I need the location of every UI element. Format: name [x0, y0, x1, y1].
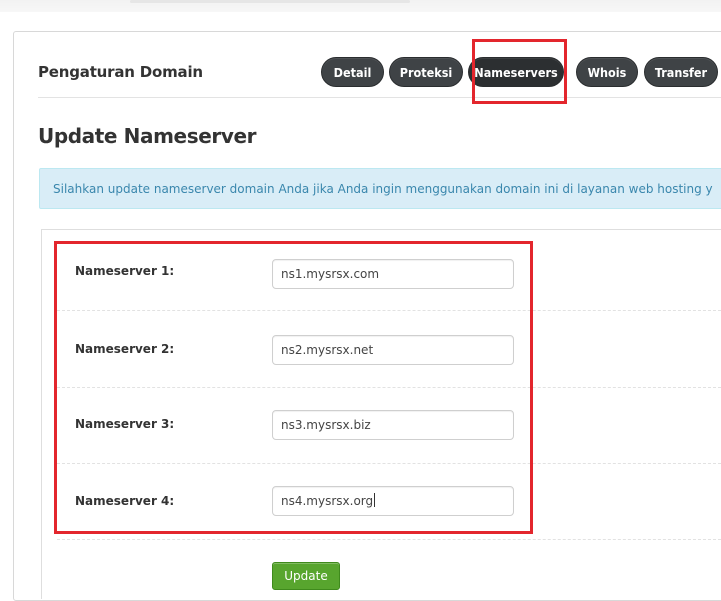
- section-title: Update Nameserver: [38, 124, 257, 148]
- highlight-box-nameserver-fields: [54, 241, 533, 534]
- tab-detail[interactable]: Detail: [321, 57, 384, 87]
- highlight-box-nameservers-tab: [472, 39, 567, 104]
- tab-whois[interactable]: Whois: [576, 57, 638, 87]
- panel-title: Pengaturan Domain: [38, 63, 203, 81]
- update-button[interactable]: Update: [272, 562, 340, 590]
- tab-proteksi[interactable]: Proteksi: [389, 57, 463, 87]
- tab-transfer[interactable]: Transfer: [644, 57, 718, 87]
- info-alert: Silahkan update nameserver domain Anda j…: [39, 168, 721, 209]
- cropped-text-remnant: [130, 0, 410, 3]
- top-strip: [0, 0, 721, 12]
- row-divider: [57, 539, 721, 540]
- header-divider: [38, 97, 721, 98]
